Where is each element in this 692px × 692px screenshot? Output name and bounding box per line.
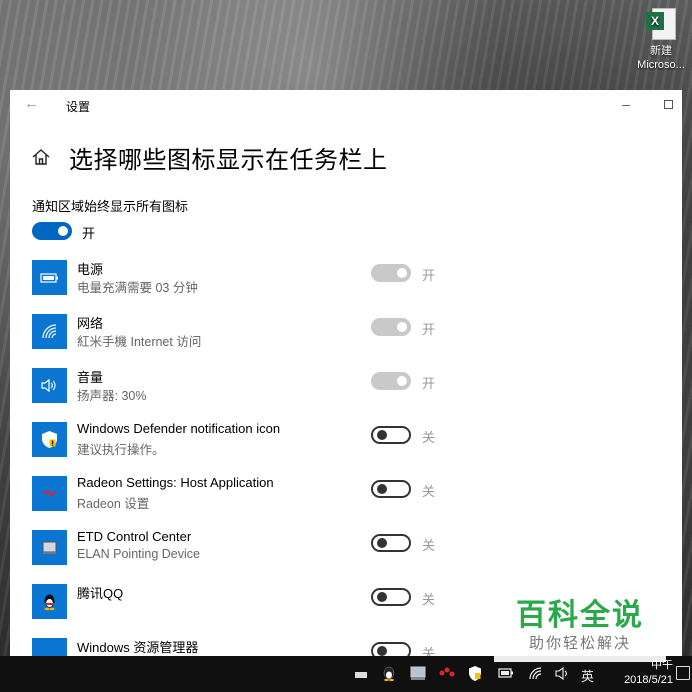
defender-shield-icon[interactable] [467,665,483,682]
qq-penguin-icon [32,584,67,619]
action-center-icon[interactable] [676,666,690,680]
explorer-toggle[interactable] [371,642,411,656]
row-desc: ELAN Pointing Device [77,547,200,561]
tray-item-radeon-settings: Radeon Settings: Host Application Radeon… [32,474,652,518]
radeon-icon [32,476,67,511]
toggle-state: 关 [422,646,436,656]
toggle-state: 开 [422,376,436,391]
master-toggle-state: 开 [82,226,96,241]
minimize-button[interactable]: – [618,96,634,112]
row-desc: Radeon 设置 [77,497,150,511]
row-desc: 紅米手機 Internet 访问 [77,335,202,349]
input-method-indicator[interactable]: 英 [581,666,594,685]
usb-eject-icon [32,638,67,656]
network-toggle[interactable] [371,318,411,336]
row-name: Radeon Settings: Host Application [77,475,274,490]
power-toggle[interactable] [371,264,411,282]
usb-eject-icon[interactable] [354,669,368,679]
etd-toggle[interactable] [371,534,411,552]
row-desc: 扬声器: 30% [77,389,147,403]
back-arrow-icon[interactable]: ← [24,96,40,112]
watermark-subtitle: 助你轻松解决 [528,635,631,652]
qq-toggle[interactable] [371,588,411,606]
row-desc: 建议执行操作。 [77,443,165,457]
qq-penguin-icon[interactable] [381,665,397,682]
tray-item-windows-defender: Windows Defender notification icon 建议执行操… [32,420,652,464]
radeon-toggle[interactable] [371,480,411,498]
touchpad-icon[interactable] [410,666,426,681]
toggle-state: 关 [422,538,436,553]
battery-icon [32,260,67,295]
toggle-state: 开 [422,322,436,337]
title-bar: ← 设置 – [10,90,682,120]
desktop-excel-shortcut[interactable]: X 新建 Microso... [632,6,690,72]
speaker-icon[interactable] [555,666,571,681]
tray-item-network: 网络 紅米手機 Internet 访问 开 [32,312,652,356]
home-icon[interactable] [31,147,51,167]
always-show-all-icons-label: 通知区域始终显示所有图标 [32,199,189,214]
tray-item-power: 电源 电量充满需要 03 分钟 开 [32,258,652,302]
window-title: 设置 [66,100,91,114]
tray-item-volume: 音量 扬声器: 30% 开 [32,366,652,410]
row-name: Windows 资源管理器 [77,640,199,655]
desktop-icon-label-1: 新建 [650,45,672,57]
watermark-title: 百科全说 [516,599,644,632]
touchpad-icon [32,530,67,565]
watermark-logo: 百科全说 助你轻松解决 [494,594,666,662]
row-name: 网络 [77,316,104,331]
settings-window: ← 设置 – 选择哪些图标显示在任务栏上 通知区域始终显示所有图标 开 电源 电… [10,90,682,656]
wifi-icon [32,314,67,349]
clock-date: 2018/5/21 [624,674,673,686]
toggle-state: 关 [422,592,436,607]
maximize-button[interactable] [660,96,676,112]
speaker-icon [32,368,67,403]
battery-icon[interactable] [498,667,514,679]
desktop-icon-label-2: Microso... [637,59,685,71]
row-name: Windows Defender notification icon [77,421,281,436]
wifi-icon[interactable] [528,666,544,681]
excel-file-icon: X [644,6,678,42]
toggle-state: 开 [422,268,436,283]
tray-item-etd-control-center: ETD Control Center ELAN Pointing Device … [32,528,652,572]
row-desc: 电量充满需要 03 分钟 [77,281,198,295]
row-name: 电源 [77,262,104,277]
always-show-all-icons-toggle[interactable] [32,222,72,240]
system-clock[interactable]: 中午 2018/5/21 [601,658,673,688]
toggle-state: 关 [422,430,436,445]
volume-toggle[interactable] [371,372,411,390]
radeon-icon[interactable] [438,666,456,680]
page-title: 选择哪些图标显示在任务栏上 [69,147,388,174]
row-name: ETD Control Center [77,529,192,544]
row-name: 音量 [77,370,104,385]
row-name: 腾讯QQ [77,586,124,601]
defender-toggle[interactable] [371,426,411,444]
toggle-state: 关 [422,484,436,499]
defender-shield-icon [32,422,67,457]
